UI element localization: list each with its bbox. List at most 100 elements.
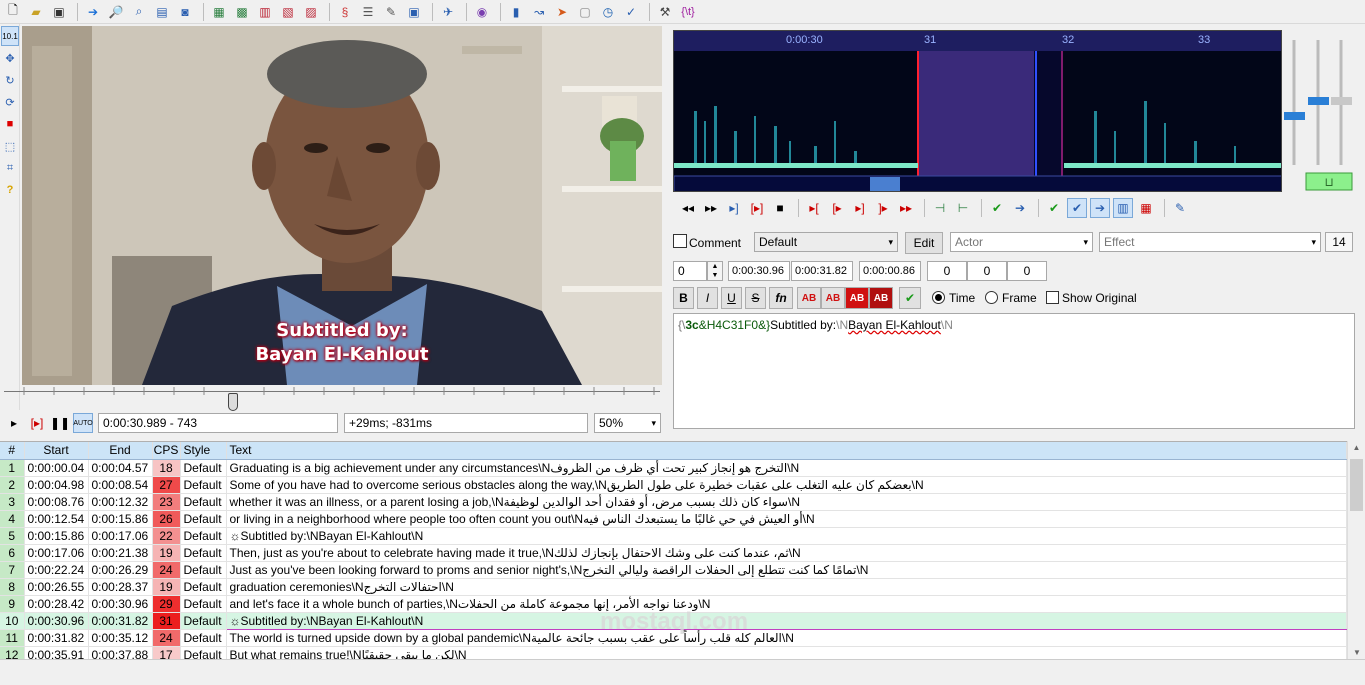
regex-icon[interactable]: {\t} <box>678 2 698 22</box>
show-original-checkbox[interactable] <box>1046 291 1059 304</box>
margin-right-input[interactable]: 0 <box>967 261 1007 281</box>
drag-tool-icon[interactable]: ✥ <box>1 48 19 68</box>
tools-icon[interactable]: ⚒ <box>655 2 675 22</box>
style-select[interactable]: Default ▾ <box>754 232 898 252</box>
table-row[interactable]: 8 0:00:26.55 0:00:28.37 19 Default graduation… <box>0 578 1347 596</box>
film-icon[interactable]: ▩ <box>232 2 252 22</box>
start-time-input[interactable]: 0:00:30.96 <box>728 261 790 281</box>
auto-scroll-icon[interactable]: ➔ <box>1090 198 1110 218</box>
table-row[interactable]: 2 0:00:04.98 0:00:08.54 27 Default Some of y… <box>0 476 1347 494</box>
italic-button[interactable]: I <box>697 287 718 309</box>
autoscroll-icon[interactable]: AUTO <box>73 413 93 433</box>
help-icon[interactable]: ? <box>1 180 19 200</box>
zoom-in-icon[interactable]: 🔎 <box>106 2 126 22</box>
font-button[interactable]: fn <box>769 287 793 309</box>
translate-icon[interactable]: ✈ <box>438 2 458 22</box>
next-line-icon[interactable]: ▸▸ <box>701 198 721 218</box>
play-to-end-icon[interactable]: ▸▸ <box>896 198 916 218</box>
table-row[interactable]: 6 0:00:17.06 0:00:21.38 19 Default Then, just… <box>0 544 1347 562</box>
go-next-icon[interactable]: ➔ <box>1010 198 1030 218</box>
play-selection-icon[interactable]: ▸] <box>724 198 744 218</box>
play-before-end-icon[interactable]: ▸] <box>850 198 870 218</box>
underline-button[interactable]: U <box>721 287 742 309</box>
save-icon[interactable]: ▣ <box>49 2 69 22</box>
rotate-xy-icon[interactable]: ⟳ <box>1 92 19 112</box>
clip-icon[interactable]: ⬚ <box>1 136 19 156</box>
video-display[interactable]: Subtitled by: Bayan El-Kahlout <box>22 26 662 385</box>
attach-icon[interactable]: § <box>335 2 355 22</box>
chevron-up-icon[interactable]: ▲ <box>1348 443 1365 452</box>
edit-style-button[interactable]: Edit <box>905 232 943 254</box>
column-header-cps[interactable]: CPS <box>152 442 181 460</box>
video-icon[interactable]: ▮ <box>506 2 526 22</box>
video-time-field[interactable]: 0:00:30.989 - 743 <box>98 413 338 433</box>
zoom-level-icon[interactable]: 10.1 <box>1 26 19 46</box>
karaoke-mode-icon[interactable]: ✎ <box>1170 198 1190 218</box>
comment-checkbox[interactable] <box>673 234 687 248</box>
effect-input[interactable]: Effect ▾ <box>1099 232 1321 252</box>
clock-icon[interactable]: ◷ <box>598 2 618 22</box>
stop-icon[interactable]: ■ <box>770 198 790 218</box>
automation-icon[interactable]: ✓ <box>621 2 641 22</box>
resample-icon[interactable]: ➤ <box>552 2 572 22</box>
layer-input[interactable]: 0 <box>673 261 707 281</box>
table-row[interactable]: 1 0:00:00.04 0:00:04.57 18 Default Graduating… <box>0 459 1347 477</box>
table-row[interactable]: 3 0:00:08.76 0:00:12.32 23 Default whether it… <box>0 493 1347 511</box>
margin-left-input[interactable]: 0 <box>927 261 967 281</box>
pause-icon[interactable]: ❚❚ <box>50 413 70 433</box>
jump-icon[interactable]: ▤ <box>152 2 172 22</box>
play-before-icon[interactable]: ▸[ <box>804 198 824 218</box>
table-row[interactable]: 7 0:00:22.24 0:00:26.29 24 Default Just as yo… <box>0 561 1347 579</box>
export-icon[interactable]: ↝ <box>529 2 549 22</box>
fonts-icon[interactable]: ▨ <box>301 2 321 22</box>
lead-in-icon[interactable]: ⊣ <box>930 198 950 218</box>
zoom-out-icon[interactable]: ⌕ <box>129 2 149 22</box>
video-seek-bar[interactable] <box>4 387 660 411</box>
play-line-icon[interactable]: [▸] <box>747 198 767 218</box>
column-header-style[interactable]: Style <box>180 442 227 460</box>
play-after-start-icon[interactable]: [▸ <box>827 198 847 218</box>
subtitle-text-editor[interactable]: {\3c&H4C31F0&}Subtitled by:\NBayan El-Ka… <box>673 313 1355 429</box>
commit-icon[interactable]: ✔ <box>987 198 1007 218</box>
play-icon[interactable]: ➔ <box>83 2 103 22</box>
time-radio[interactable] <box>932 291 945 304</box>
lead-out-icon[interactable]: ⊢ <box>953 198 973 218</box>
spectrum-icon[interactable]: ▥ <box>1113 198 1133 218</box>
margin-vertical-input[interactable]: 0 <box>1007 261 1047 281</box>
scale-icon[interactable]: ■ <box>1 114 19 134</box>
column-header-end[interactable]: End <box>88 442 153 460</box>
play-icon[interactable]: ▸ <box>4 413 24 433</box>
table-row[interactable]: 5 0:00:15.86 0:00:17.06 22 Default ☼Subtitled… <box>0 527 1347 545</box>
prev-line-icon[interactable]: ◂◂ <box>678 198 698 218</box>
grid-vertical-scrollbar[interactable]: ▲ ▼ <box>1347 441 1365 659</box>
seek-thumb[interactable] <box>228 393 238 411</box>
frame-radio[interactable] <box>985 291 998 304</box>
bold-button[interactable]: B <box>673 287 694 309</box>
secondary-color-button[interactable]: AB <box>821 287 845 309</box>
styles-icon[interactable]: ☰ <box>358 2 378 22</box>
aegisub-icon[interactable]: ◉ <box>472 2 492 22</box>
new-file-icon[interactable]: 🗋 <box>3 2 23 22</box>
film-strip-icon[interactable]: ▥ <box>255 2 275 22</box>
open-folder-icon[interactable]: ▰ <box>26 2 46 22</box>
play-line-icon[interactable]: [▸] <box>27 413 47 433</box>
play-after-icon[interactable]: ]▸ <box>873 198 893 218</box>
auto-commit-icon[interactable]: ✔ <box>1044 198 1064 218</box>
actor-input[interactable]: Actor ▾ <box>950 232 1093 252</box>
scroll-thumb[interactable] <box>1350 459 1363 511</box>
column-header-text[interactable]: Text <box>226 442 1347 460</box>
column-header-number[interactable]: # <box>0 442 25 460</box>
outline-color-button[interactable]: AB <box>845 287 869 309</box>
chevron-down-icon[interactable]: ▼ <box>1348 648 1365 657</box>
spell-check-icon[interactable]: ✎ <box>381 2 401 22</box>
audio-display[interactable]: 0:00:30 31 32 33 <box>673 30 1282 192</box>
film-alt-icon[interactable]: ▧ <box>278 2 298 22</box>
video-zoom-select[interactable]: 50% ▾ <box>594 413 661 433</box>
commit-icon[interactable]: ✔ <box>899 287 921 309</box>
duration-input[interactable]: 0:00:00.86 <box>859 261 921 281</box>
vector-clip-icon[interactable]: ⌗ <box>1 158 19 178</box>
fullscreen-icon[interactable]: ▦ <box>209 2 229 22</box>
strikeout-button[interactable]: S <box>745 287 766 309</box>
bomb-icon[interactable]: ◙ <box>175 2 195 22</box>
end-time-input[interactable]: 0:00:31.82 <box>791 261 853 281</box>
